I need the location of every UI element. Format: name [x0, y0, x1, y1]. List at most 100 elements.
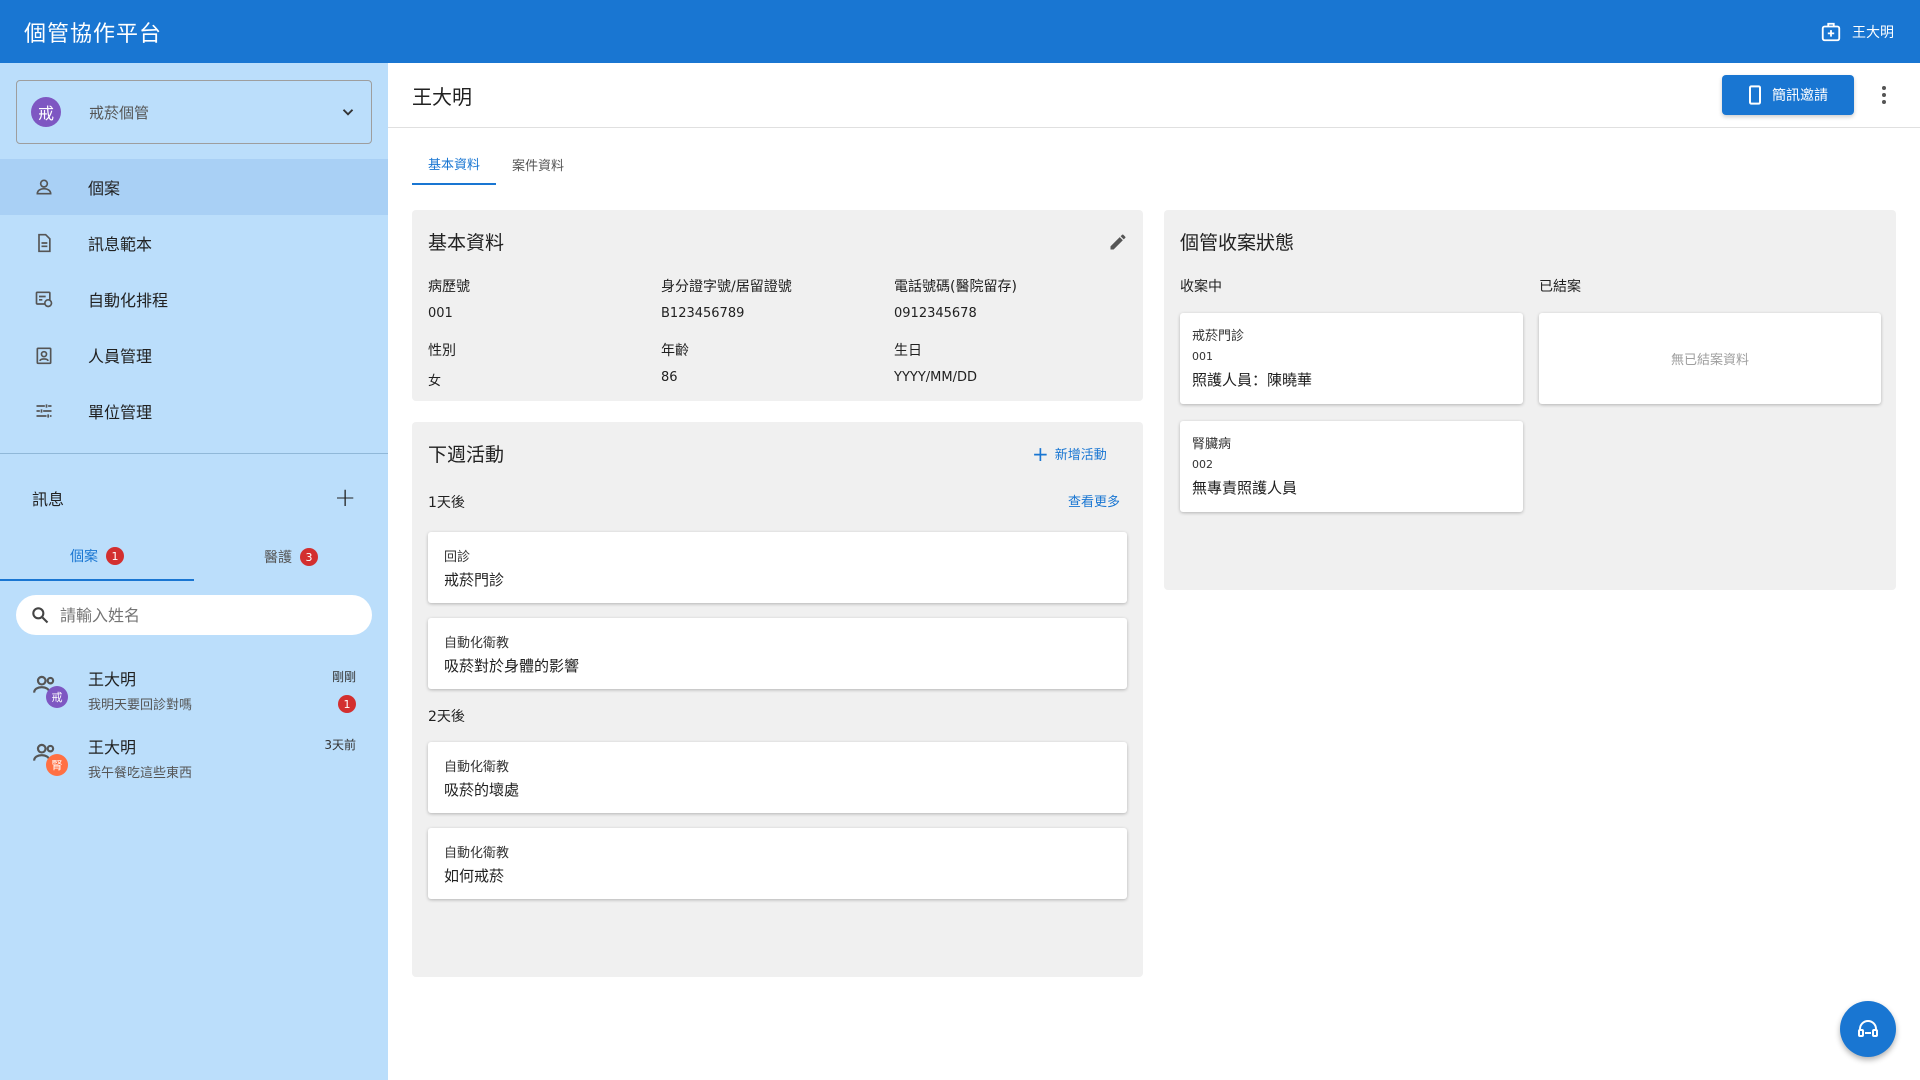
- tab-label: 個案: [70, 549, 98, 565]
- conversation-time: 剛剛: [331, 670, 356, 684]
- phone-icon: [1749, 85, 1761, 105]
- empty-state-text: 無已結案資料: [1670, 353, 1749, 368]
- group-label: 2天後: [428, 709, 465, 725]
- field-value: YYYY/MM/DD: [894, 370, 977, 385]
- activities-card: 下週活動 + 新增活動 1天後 查看更多 回診 戒菸門診 自動化衛教 吸菸對於身…: [412, 422, 1143, 977]
- sms-invite-label: 簡訊邀請: [1772, 88, 1828, 104]
- activity-type: 自動化衛教: [444, 636, 510, 651]
- field-value: 001: [428, 306, 453, 321]
- case-item[interactable]: 腎臟病 002 無專責照護人員: [1180, 421, 1523, 512]
- nav-item-label: 訊息範本: [88, 235, 153, 254]
- field-label: 性別: [428, 343, 456, 359]
- field-value: 86: [661, 370, 678, 385]
- open-cases-label: 收案中: [1180, 279, 1222, 295]
- nav-item-cases[interactable]: 個案: [0, 159, 388, 215]
- detail-tabs: 基本資料 案件資料: [412, 143, 580, 185]
- field-label: 身分證字號/居留證號: [661, 279, 792, 295]
- more-vert-icon[interactable]: [1872, 86, 1896, 104]
- edit-icon[interactable]: [1108, 232, 1128, 252]
- activity-type: 自動化衛教: [444, 760, 510, 775]
- closed-cases-label: 已結案: [1539, 279, 1581, 295]
- activity-item[interactable]: 自動化衛教 如何戒菸: [428, 828, 1127, 899]
- case-name: 戒菸門診: [1192, 329, 1245, 344]
- user-menu[interactable]: 王大明: [1820, 21, 1894, 43]
- messages-title: 訊息: [32, 490, 65, 509]
- unit-selector[interactable]: 戒 戒菸個管: [16, 80, 372, 144]
- page-header: 王大明 簡訊邀請: [388, 63, 1920, 128]
- case-code: 001: [1192, 350, 1213, 363]
- conversation-name: 王大明: [88, 738, 137, 757]
- field-value: 女: [428, 374, 442, 389]
- messages-header: 訊息 +: [32, 483, 356, 513]
- nav-item-schedule[interactable]: 自動化排程: [0, 271, 388, 327]
- nav-item-label: 自動化排程: [88, 291, 169, 310]
- nav-item-label: 人員管理: [88, 347, 153, 366]
- app-title: 個管協作平台: [24, 21, 163, 47]
- nav-item-templates[interactable]: 訊息範本: [0, 215, 388, 271]
- field-value: 0912345678: [894, 306, 977, 321]
- document-icon: [32, 231, 56, 255]
- nav-item-label: 個案: [88, 179, 121, 198]
- chevron-down-icon: [342, 109, 354, 116]
- activity-item[interactable]: 回診 戒菸門診: [428, 532, 1127, 603]
- case-name: 腎臟病: [1192, 437, 1232, 452]
- conversation-time: 3天前: [324, 738, 356, 752]
- unit-tag: 腎: [46, 754, 68, 776]
- add-activity-label: 新增活動: [1054, 448, 1107, 463]
- tune-icon: [32, 399, 56, 423]
- tab-case-info[interactable]: 案件資料: [496, 143, 580, 185]
- tab-case-messages[interactable]: 個案 1: [0, 533, 194, 581]
- sidebar: 戒 戒菸個管 個案 訊息範本 自動化排程 人員管理 單位管理 訊息 + 個案 1…: [0, 63, 388, 1080]
- activity-title: 戒菸門診: [444, 571, 505, 589]
- support-chat-button[interactable]: [1840, 1001, 1896, 1057]
- app-bar: 個管協作平台 王大明: [0, 0, 1920, 63]
- case-code: 002: [1192, 458, 1213, 471]
- activity-type: 自動化衛教: [444, 846, 510, 861]
- conversation-name: 王大明: [88, 670, 137, 689]
- unit-avatar: 戒: [31, 97, 61, 127]
- activity-title: 吸菸對於身體的影響: [444, 657, 580, 675]
- closed-cases-empty: 無已結案資料: [1539, 313, 1881, 404]
- add-message-button[interactable]: +: [334, 483, 356, 513]
- activity-type: 回診: [444, 550, 471, 565]
- case-status-card: 個管收案狀態 收案中 已結案 戒菸門診 001 照護人員：陳曉華 腎臟病 002…: [1164, 210, 1896, 590]
- activity-item[interactable]: 自動化衛教 吸菸的壞處: [428, 742, 1127, 813]
- unit-name: 戒菸個管: [89, 103, 150, 122]
- conversation-item[interactable]: 腎 王大明 我午餐吃這些東西 3天前: [0, 726, 388, 790]
- group-label: 1天後: [428, 495, 465, 511]
- unread-badge: 3: [300, 548, 318, 566]
- headset-chat-icon: [1858, 1020, 1878, 1037]
- conversation-item[interactable]: 戒 王大明 我明天要回診對嗎 剛剛 1: [0, 658, 388, 722]
- sms-invite-button[interactable]: 簡訊邀請: [1722, 75, 1854, 115]
- message-tabs: 個案 1 醫護 3: [0, 533, 388, 581]
- nav-item-label: 單位管理: [88, 403, 153, 422]
- nav-item-staff[interactable]: 人員管理: [0, 327, 388, 383]
- case-status-title: 個管收案狀態: [1180, 232, 1295, 254]
- search-input[interactable]: [60, 605, 340, 625]
- add-activity-button[interactable]: + 新增活動: [1032, 444, 1107, 464]
- activity-title: 如何戒菸: [444, 867, 505, 885]
- medical-bag-icon: [1821, 22, 1841, 41]
- tab-basic-info[interactable]: 基本資料: [412, 143, 497, 185]
- main-nav: 個案 訊息範本 自動化排程 人員管理 單位管理: [0, 159, 388, 439]
- basic-info-grid: 病歷號 身分證字號/居留證號 電話號碼(醫院留存) 001 B123456789…: [428, 276, 1127, 389]
- sidebar-divider: [0, 453, 388, 454]
- conversation-preview: 我午餐吃這些東西: [88, 766, 193, 781]
- see-more-link[interactable]: 查看更多: [1068, 491, 1120, 510]
- conversation-preview: 我明天要回診對嗎: [88, 698, 193, 713]
- case-caretaker: 無專責照護人員: [1192, 479, 1298, 497]
- field-label: 電話號碼(醫院留存): [894, 279, 1017, 295]
- tab-staff-messages[interactable]: 醫護 3: [194, 533, 388, 581]
- field-label: 年齡: [661, 343, 689, 359]
- unread-badge: 1: [338, 695, 356, 713]
- basic-info-title: 基本資料: [428, 232, 505, 254]
- main-content: 王大明 簡訊邀請 基本資料 案件資料 基本資料 病歷號 身分證字號/居留證號 電…: [388, 63, 1920, 1080]
- nav-item-units[interactable]: 單位管理: [0, 383, 388, 439]
- unit-tag: 戒: [46, 686, 68, 708]
- activity-item[interactable]: 自動化衛教 吸菸對於身體的影響: [428, 618, 1127, 689]
- group-avatar: 戒: [32, 672, 68, 708]
- activity-title: 吸菸的壞處: [444, 781, 520, 799]
- person-icon: [32, 175, 56, 199]
- field-label: 生日: [894, 343, 922, 359]
- case-item[interactable]: 戒菸門診 001 照護人員：陳曉華: [1180, 313, 1523, 404]
